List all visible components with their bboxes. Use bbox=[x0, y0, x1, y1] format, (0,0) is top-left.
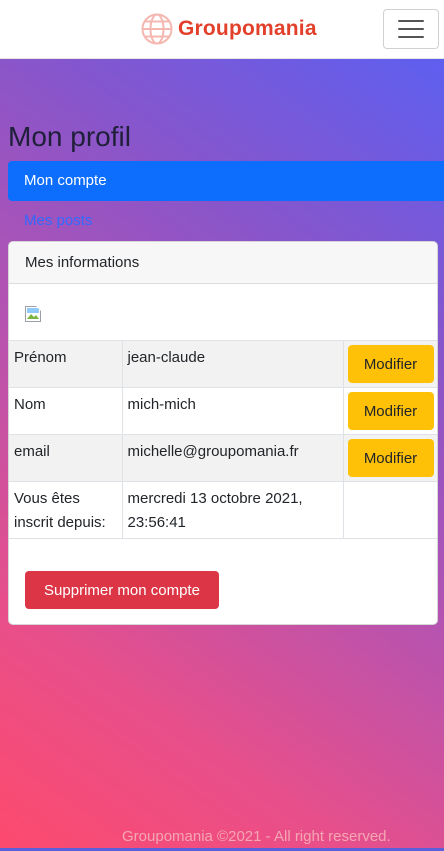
broken-image-icon bbox=[25, 306, 41, 322]
delete-account-button[interactable]: Supprimer mon compte bbox=[25, 571, 219, 609]
modify-email-button[interactable]: Modifier bbox=[347, 439, 434, 477]
menu-toggle-button[interactable] bbox=[383, 9, 439, 49]
modify-firstname-button[interactable]: Modifier bbox=[347, 345, 434, 383]
card-header: Mes informations bbox=[9, 242, 437, 284]
field-value: michelle@groupomania.fr bbox=[122, 434, 344, 482]
footer: Groupomania ©2021 - All right reserved. bbox=[0, 828, 444, 851]
table-row: Nom mich-mich Modifier bbox=[9, 387, 437, 435]
brand-link[interactable]: Groupomania bbox=[140, 12, 317, 46]
field-value: jean-claude bbox=[122, 340, 344, 388]
field-label: Nom bbox=[9, 387, 123, 435]
page-title: Mon profil bbox=[8, 121, 131, 152]
field-label: Vous êtes inscrit depuis: bbox=[9, 481, 123, 539]
brand-name: Groupomania bbox=[178, 17, 317, 40]
tab-mon-compte[interactable]: Mon compte bbox=[8, 161, 444, 201]
account-info-card: Mes informations Prénom jean-claude Modi… bbox=[8, 241, 438, 625]
field-label: Prénom bbox=[9, 340, 123, 388]
tab-mes-posts[interactable]: Mes posts bbox=[24, 211, 92, 231]
globe-icon bbox=[141, 13, 173, 45]
modify-lastname-button[interactable]: Modifier bbox=[347, 392, 434, 430]
field-value: mercredi 13 octobre 2021, 23:56:41 bbox=[122, 481, 344, 539]
table-row: Prénom jean-claude Modifier bbox=[9, 340, 437, 388]
field-value: mich-mich bbox=[122, 387, 344, 435]
info-table: Prénom jean-claude Modifier Nom mich-mic… bbox=[9, 340, 437, 539]
table-row: email michelle@groupomania.fr Modifier bbox=[9, 434, 437, 482]
footer-text: Groupomania ©2021 - All right reserved. bbox=[122, 828, 391, 845]
navbar: Groupomania bbox=[0, 0, 444, 59]
field-label: email bbox=[9, 434, 123, 482]
empty-cell bbox=[343, 481, 437, 539]
table-row: Vous êtes inscrit depuis: mercredi 13 oc… bbox=[9, 481, 437, 539]
hamburger-icon bbox=[398, 20, 424, 38]
avatar bbox=[25, 306, 41, 322]
